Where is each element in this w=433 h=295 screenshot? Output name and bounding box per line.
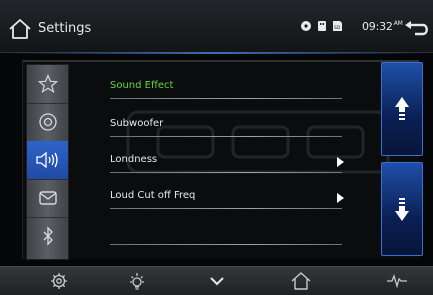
list-item[interactable]: Subwoofer (110, 108, 342, 144)
brightness-icon (130, 273, 144, 290)
disc-status-icon (301, 21, 311, 31)
mail-icon (38, 191, 57, 205)
scroll-down-button[interactable] (381, 162, 423, 256)
list-item[interactable]: Londness (110, 144, 344, 180)
status-icons: SD (300, 16, 343, 36)
equalizer-button[interactable] (382, 271, 412, 291)
chevron-right-icon (337, 193, 344, 203)
row-divider (110, 244, 342, 245)
clock-ampm: AM (393, 20, 403, 27)
tab-disc[interactable] (27, 103, 68, 142)
list-item-label: Loud Cut off Freq (110, 190, 196, 201)
back-icon[interactable] (403, 20, 429, 38)
bottom-dock (0, 266, 433, 295)
clock-time: 09:32 (362, 20, 393, 33)
bluetooth-icon (43, 226, 53, 246)
empty-row (110, 216, 342, 252)
row-divider (110, 172, 342, 173)
collapse-button[interactable] (202, 271, 232, 291)
gear-icon (51, 273, 67, 289)
tab-mail[interactable] (27, 179, 68, 218)
brightness-button[interactable] (122, 271, 152, 291)
category-tab-bar (26, 64, 69, 260)
svg-text:SD: SD (334, 25, 341, 31)
home-icon[interactable] (8, 18, 32, 40)
top-bar: Settings SD 09:32AM (0, 0, 433, 53)
home-icon (291, 272, 311, 290)
header-divider (0, 52, 433, 54)
tab-favorites[interactable] (27, 65, 68, 104)
list-item-label: Subwoofer (110, 118, 164, 129)
sd-card-icon: SD (333, 21, 342, 31)
settings-button[interactable] (44, 271, 74, 291)
arrow-down-icon (395, 198, 409, 221)
arrow-up-icon (395, 97, 409, 120)
usb-status-icon (318, 21, 326, 31)
list-item-label: Londness (110, 154, 158, 165)
home-button[interactable] (286, 271, 316, 291)
list-item-label: Sound Effect (110, 80, 174, 91)
list-item[interactable]: Sound Effect (110, 70, 342, 106)
chevron-down-icon (210, 277, 224, 286)
tab-sound[interactable] (27, 141, 68, 180)
waveform-icon (387, 274, 407, 288)
row-divider (110, 208, 342, 209)
star-icon (37, 74, 58, 94)
clock: 09:32AM (362, 20, 403, 33)
scroll-up-button[interactable] (381, 62, 423, 156)
tab-bluetooth[interactable] (27, 217, 68, 255)
speaker-icon (35, 151, 58, 169)
row-divider (110, 136, 342, 137)
chevron-right-icon (337, 157, 344, 167)
disc-icon (38, 113, 57, 131)
row-divider (110, 98, 342, 99)
list-item[interactable]: Loud Cut off Freq (110, 180, 344, 216)
page-title: Settings (38, 21, 92, 36)
